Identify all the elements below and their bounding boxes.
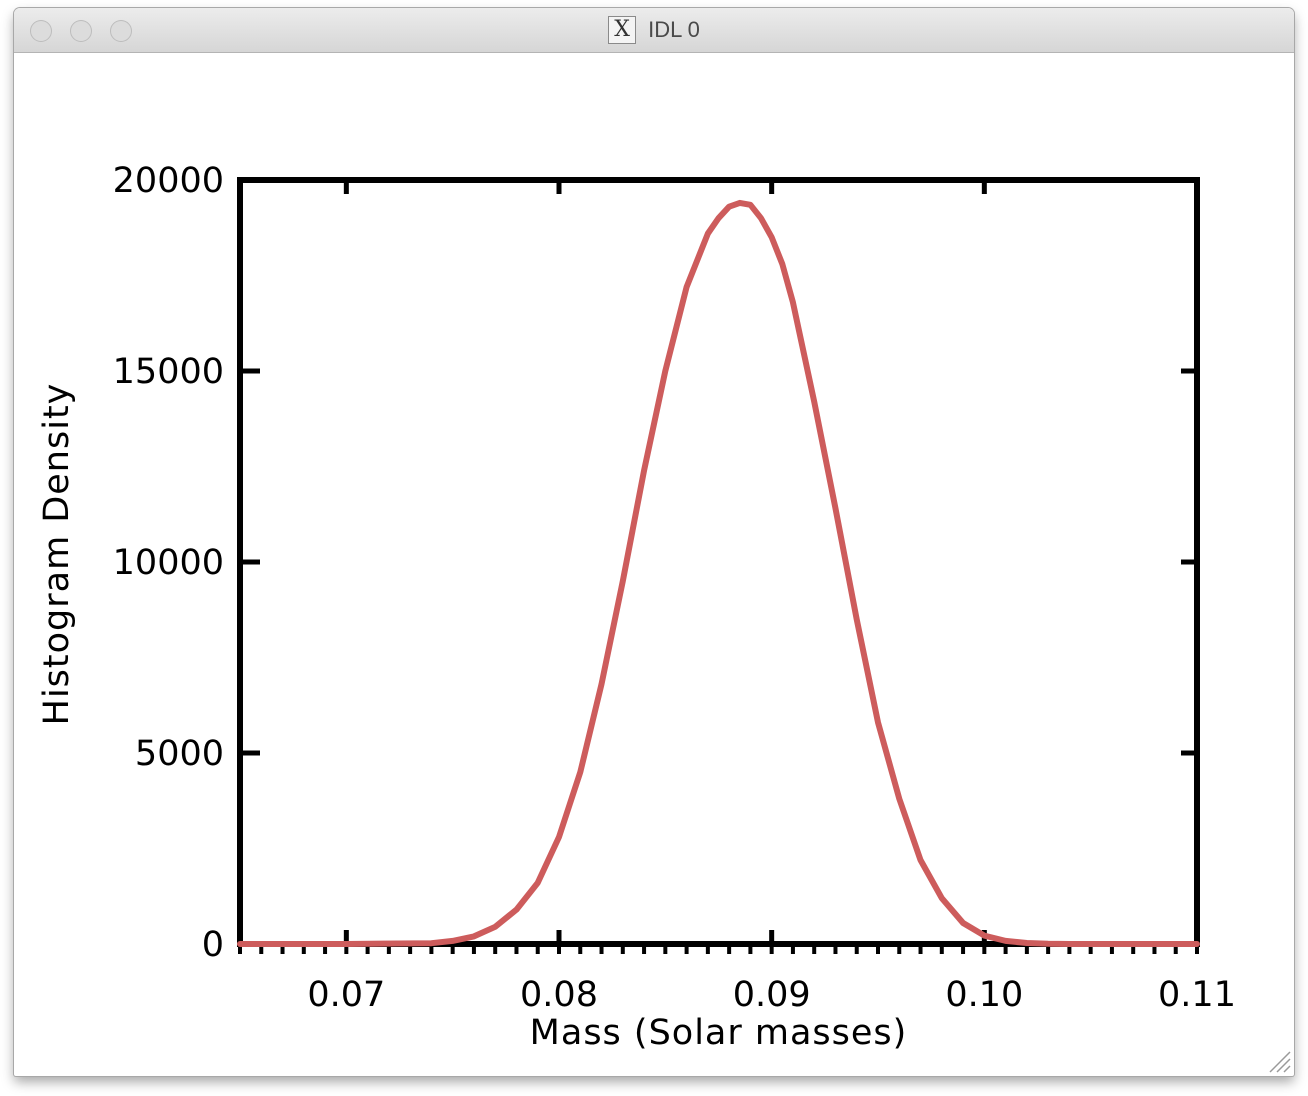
x-tick-label: 0.07 <box>307 975 385 1015</box>
x-axis-title: Mass (Solar masses) <box>530 1013 908 1053</box>
y-tick-label: 20000 <box>113 161 224 201</box>
resize-grip-icon[interactable] <box>1266 1048 1292 1074</box>
x-tick-label: 0.08 <box>520 975 598 1015</box>
idl-graphics-window: X IDL 0 0.07 0.08 0.09 0.10 0.11 0 5000 10000 15… <box>14 8 1294 1076</box>
y-axis-title: Histogram Density <box>37 383 77 726</box>
histogram-chart: 0.07 0.08 0.09 0.10 0.11 0 5000 10000 15000 20000… <box>37 161 1236 1053</box>
x-tick-label: 0.11 <box>1158 975 1236 1015</box>
y-tick-label: 5000 <box>135 734 224 774</box>
y-tick-label: 0 <box>202 925 224 965</box>
x-tick-label: 0.10 <box>945 975 1023 1015</box>
y-tick-label: 15000 <box>113 352 224 392</box>
plot-frame <box>237 177 1200 947</box>
series-line <box>237 199 1200 947</box>
x-tick-label: 0.09 <box>733 975 811 1015</box>
y-tick-label: 10000 <box>113 543 224 583</box>
